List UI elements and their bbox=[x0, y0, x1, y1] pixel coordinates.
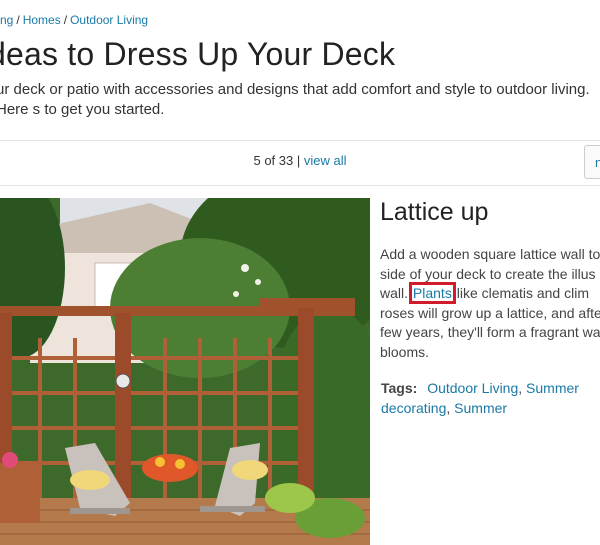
next-slide-button[interactable]: n bbox=[584, 145, 600, 179]
page-intro: ur deck or patio with accessories and de… bbox=[0, 81, 590, 118]
breadcrumb-separator: / bbox=[16, 13, 20, 27]
breadcrumb-separator: / bbox=[63, 13, 68, 27]
tag-link-outdoor-living[interactable]: Outdoor Living bbox=[427, 380, 518, 396]
deck-lattice-photo bbox=[0, 198, 370, 545]
slide-title: Lattice up bbox=[380, 198, 489, 226]
page-title: deas to Dress Up Your Deck bbox=[0, 36, 396, 72]
breadcrumb-link[interactable]: ng bbox=[0, 13, 13, 27]
slideshow-pager: 5 of 33 | view all n bbox=[0, 140, 600, 186]
pager-position: 5 of 33 bbox=[253, 153, 294, 168]
tags-label: Tags: bbox=[381, 380, 418, 396]
slide-photo bbox=[0, 198, 370, 545]
breadcrumb-link-homes[interactable]: Homes bbox=[23, 13, 61, 27]
pager-divider: | bbox=[296, 153, 301, 168]
pager-status: 5 of 33 | view all bbox=[0, 153, 600, 168]
plants-link[interactable]: Plants bbox=[408, 282, 456, 304]
tags-section: Tags: Outdoor Living, Summer decorating,… bbox=[381, 380, 579, 416]
slide-description: Add a wooden square lattice wall to side… bbox=[380, 245, 600, 362]
breadcrumb-link-outdoor-living[interactable]: Outdoor Living bbox=[70, 13, 148, 27]
breadcrumb: ng / Homes / Outdoor Living bbox=[0, 13, 148, 27]
view-all-link[interactable]: view all bbox=[304, 153, 347, 168]
tag-link-summer[interactable]: Summer bbox=[454, 400, 507, 416]
